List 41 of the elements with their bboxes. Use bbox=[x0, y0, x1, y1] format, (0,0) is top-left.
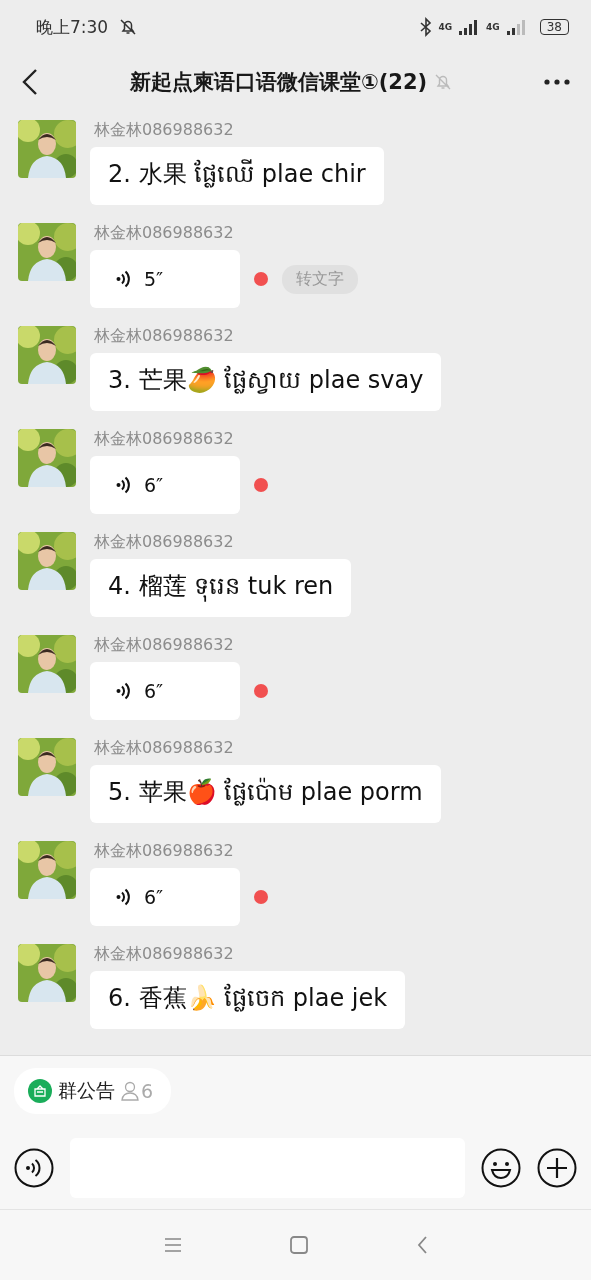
message-bubble[interactable]: 2. 水果 ផ្លែឈើ plae chir bbox=[90, 147, 384, 205]
bluetooth-icon bbox=[420, 17, 433, 37]
sender-name: 林金林086988632 bbox=[94, 944, 235, 965]
message-bubble[interactable]: 4. 榴莲 ទុរេន tuk ren bbox=[90, 559, 352, 617]
message-bubble[interactable]: 5. 苹果🍎 ផ្លែប៉ោម plae porm bbox=[90, 765, 441, 823]
sender-name: 林金林086988632 bbox=[94, 532, 235, 553]
sender-name: 林金林086988632 bbox=[94, 635, 235, 656]
home-icon[interactable] bbox=[289, 1236, 308, 1254]
voice-message[interactable]: 6″ bbox=[90, 456, 240, 514]
voice-icon bbox=[116, 269, 130, 289]
plus-icon[interactable] bbox=[537, 1148, 577, 1188]
status-time: 晚上7:30 bbox=[36, 15, 109, 39]
battery-level: 38 bbox=[539, 19, 569, 35]
person-icon bbox=[121, 1081, 139, 1101]
sender-name: 林金林086988632 bbox=[94, 223, 235, 244]
voice-icon bbox=[116, 681, 130, 701]
menu-icon[interactable] bbox=[163, 1237, 182, 1253]
chat-title: 新起点柬语口语微信课堂①(22) bbox=[129, 69, 428, 96]
more-icon[interactable] bbox=[543, 78, 571, 86]
voice-message[interactable]: 6″ bbox=[90, 662, 240, 720]
voice-icon bbox=[116, 887, 130, 907]
signal-icon bbox=[505, 19, 528, 35]
emoji-icon[interactable] bbox=[481, 1148, 521, 1188]
sender-name: 林金林086988632 bbox=[94, 120, 235, 141]
voice-icon bbox=[116, 475, 130, 495]
voice-message[interactable]: 5″ bbox=[90, 250, 240, 308]
voice-message[interactable]: 6″ bbox=[90, 868, 240, 926]
voice-input-icon[interactable] bbox=[14, 1148, 54, 1188]
sender-name: 林金林086988632 bbox=[94, 326, 235, 347]
member-count: 6 bbox=[141, 1080, 154, 1102]
sender-name: 林金林086988632 bbox=[94, 738, 235, 759]
sender-name: 林金林086988632 bbox=[94, 841, 235, 862]
announcement-label: 群公告 bbox=[58, 1078, 115, 1103]
message-bubble[interactable]: 6. 香蕉🍌 ផ្លែចេក plae jek bbox=[90, 971, 406, 1029]
announcement-icon bbox=[28, 1079, 52, 1103]
message-bubble[interactable]: 3. 芒果🥭 ផ្លែស្វាយ plae svay bbox=[90, 353, 442, 411]
network-type: 4G bbox=[486, 22, 500, 32]
announcement-chip[interactable]: 群公告 6 bbox=[14, 1068, 172, 1114]
network-type: 4G bbox=[438, 22, 453, 32]
back-icon[interactable] bbox=[20, 68, 40, 96]
sender-name: 林金林086988632 bbox=[94, 429, 235, 450]
